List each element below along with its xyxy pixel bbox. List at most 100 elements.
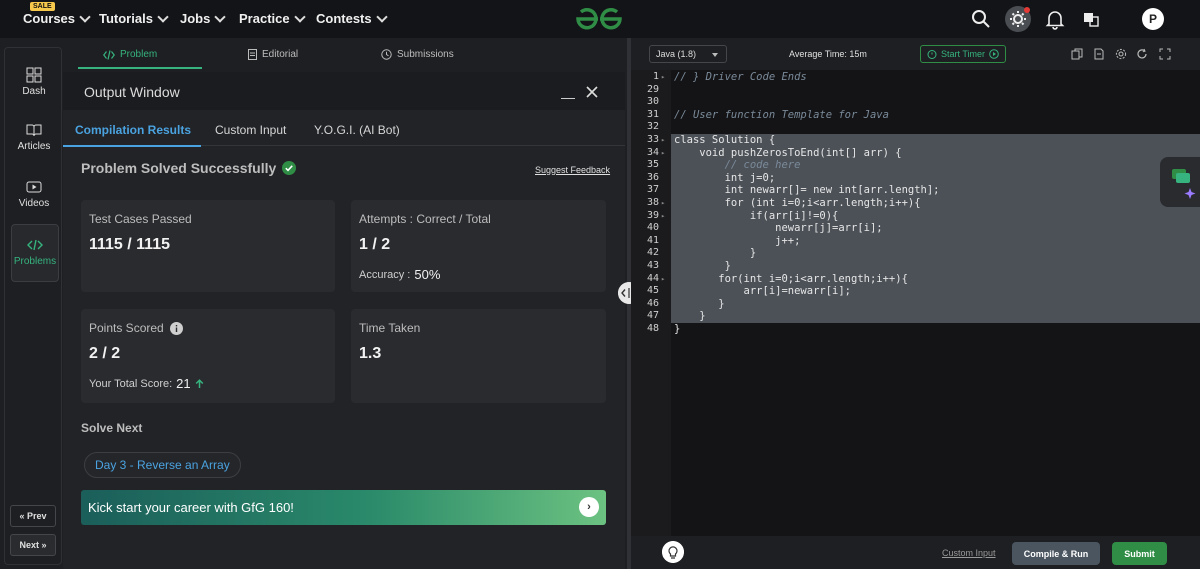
code-icon xyxy=(103,49,115,60)
code-line[interactable]: 39 ▸ if(arr[i]!=0){ xyxy=(631,210,1200,223)
code-text: // User function Template for Java xyxy=(674,108,889,121)
fold-arrow-icon[interactable]: ▸ xyxy=(661,71,665,84)
line-number: 43 xyxy=(646,260,659,271)
nav-courses[interactable]: Courses xyxy=(23,10,91,26)
tab-custom-input[interactable]: Custom Input xyxy=(215,123,286,137)
copy-icon[interactable] xyxy=(1071,48,1083,60)
nav-tutorials[interactable]: Tutorials xyxy=(99,10,169,26)
sidebar-item-videos[interactable]: Videos xyxy=(5,179,63,209)
compile-run-button[interactable]: Compile & Run xyxy=(1012,542,1100,565)
sidebar-item-problems[interactable]: Problems xyxy=(11,224,59,282)
chevron-right-icon[interactable]: › xyxy=(579,497,599,517)
chevron-down-icon xyxy=(214,10,227,23)
start-timer-label: Start Timer xyxy=(940,49,985,59)
code-line[interactable]: 34 ▸ void pushZerosToEnd(int[] arr) { xyxy=(631,147,1200,160)
left-sidebar: Dash Articles Videos Problems « Prev Nex… xyxy=(4,47,62,565)
gfg-logo[interactable] xyxy=(574,6,624,32)
start-timer-button[interactable]: Start Timer xyxy=(920,45,1006,63)
chat-sparkle-icon xyxy=(1172,169,1196,199)
nav-jobs[interactable]: Jobs xyxy=(180,10,227,26)
line-number: 41 xyxy=(646,234,659,246)
settings-gear-icon[interactable] xyxy=(1115,48,1127,60)
bell-icon[interactable] xyxy=(1044,8,1066,30)
language-select[interactable]: Java (1.8) xyxy=(649,45,727,63)
nav-contests[interactable]: Contests xyxy=(316,10,388,26)
fold-arrow-icon[interactable]: ▸ xyxy=(661,134,665,147)
line-number: 34 xyxy=(646,146,659,158)
code-line[interactable]: 1 ▸ // } Driver Code Ends xyxy=(631,71,1200,84)
nav-practice[interactable]: Practice xyxy=(239,10,306,26)
next-button[interactable]: Next » xyxy=(10,534,56,556)
code-line[interactable]: 30 xyxy=(631,96,1200,109)
fold-arrow-icon[interactable]: ▸ xyxy=(661,197,665,210)
code-text: // } Driver Code Ends xyxy=(674,71,807,83)
code-line[interactable]: 47 } xyxy=(631,310,1200,323)
submit-button[interactable]: Submit xyxy=(1112,542,1167,565)
chat-widget[interactable] xyxy=(1160,157,1200,207)
next-problem-chip[interactable]: Day 3 - Reverse an Array xyxy=(84,452,241,478)
code-line[interactable]: 38 ▸ for (int i=0;i<arr.length;i++){ xyxy=(631,197,1200,210)
editor-footer: Custom Input Compile & Run Submit xyxy=(631,536,1200,569)
refresh-icon[interactable] xyxy=(1136,48,1148,60)
avatar[interactable]: P xyxy=(1142,8,1164,30)
fold-arrow-icon[interactable]: ▸ xyxy=(661,273,665,286)
code-line[interactable]: 46 } xyxy=(631,298,1200,311)
tab-compilation-results[interactable]: Compilation Results xyxy=(75,123,191,137)
tab-editorial-label: Editorial xyxy=(262,49,299,60)
minimize-icon[interactable] xyxy=(561,98,575,99)
suggest-feedback-link[interactable]: Suggest Feedback xyxy=(535,165,610,175)
clock-icon xyxy=(381,49,392,60)
code-line[interactable]: 37 int newarr[]= new int[arr.length]; xyxy=(631,184,1200,197)
tab-problem[interactable]: Problem xyxy=(103,49,157,60)
nav-practice-label: Practice xyxy=(239,11,290,26)
line-number: 36 xyxy=(646,171,659,183)
code-line[interactable]: 32 xyxy=(631,121,1200,134)
fullscreen-icon[interactable] xyxy=(1159,48,1171,60)
fold-arrow-icon[interactable]: ▸ xyxy=(661,147,665,160)
prev-button[interactable]: « Prev xyxy=(10,505,56,527)
translate-icon[interactable] xyxy=(1080,8,1102,30)
accuracy-label: Accuracy : xyxy=(359,268,411,281)
points-label: Points Scored xyxy=(89,321,164,335)
sale-badge: SALE xyxy=(30,2,55,11)
code-text: void pushZerosToEnd(int[] arr) { xyxy=(674,146,902,159)
tab-editorial[interactable]: Editorial xyxy=(248,49,298,60)
accuracy-value: 50% xyxy=(414,267,441,282)
code-text: newarr[j]=arr[i]; xyxy=(674,222,883,235)
close-icon[interactable] xyxy=(586,86,598,98)
code-line[interactable]: 41 j++; xyxy=(631,235,1200,248)
tab-yogi-ai-bot[interactable]: Y.O.G.I. (AI Bot) xyxy=(314,123,400,137)
language-value: Java (1.8) xyxy=(656,49,697,59)
search-icon[interactable] xyxy=(970,8,992,30)
code-line[interactable]: 43 } xyxy=(631,260,1200,273)
reset-file-icon[interactable] xyxy=(1093,48,1105,60)
lightbulb-icon[interactable] xyxy=(662,541,684,563)
line-number: 46 xyxy=(646,297,659,309)
info-icon[interactable] xyxy=(169,321,183,335)
play-circle-icon xyxy=(989,49,999,59)
card-label: Attempts : Correct / Total xyxy=(359,212,491,226)
fold-arrow-icon[interactable]: ▸ xyxy=(661,210,665,223)
code-text: arr[i]=newarr[i]; xyxy=(674,285,852,298)
code-line[interactable]: 42 } xyxy=(631,247,1200,260)
code-line[interactable]: 40 newarr[j]=arr[i]; xyxy=(631,222,1200,235)
code-line[interactable]: 29 xyxy=(631,84,1200,97)
code-editor[interactable]: 1 ▸// } Driver Code Ends 29 30 31// User fun… xyxy=(631,70,1200,536)
active-tab-underline xyxy=(78,67,202,69)
sidebar-item-articles[interactable]: Articles xyxy=(5,122,63,152)
output-window: Output Window Compilation Results Custom… xyxy=(63,72,625,569)
card-value: 1.3 xyxy=(359,345,382,362)
code-line[interactable]: 31 // User function Template for Java xyxy=(631,109,1200,122)
code-line[interactable]: 48} xyxy=(631,323,1200,336)
code-line[interactable]: 36 int j=0; xyxy=(631,172,1200,185)
sidebar-item-dash[interactable]: Dash xyxy=(5,67,63,97)
code-line[interactable]: 35 // code here xyxy=(631,159,1200,172)
code-line[interactable]: 44 ▸ for(int i=0;i<arr.length;i++){ xyxy=(631,273,1200,286)
custom-input-link[interactable]: Custom Input xyxy=(942,548,996,558)
gfg160-banner[interactable]: Kick start your career with GfG 160! › xyxy=(81,490,606,525)
sidebar-item-label: Dash xyxy=(22,86,46,97)
code-line[interactable]: 45 arr[i]=newarr[i]; xyxy=(631,285,1200,298)
tab-submissions[interactable]: Submissions xyxy=(381,49,454,60)
code-text: for(int i=0;i<arr.length;i++){ xyxy=(674,272,908,285)
code-line[interactable]: 33 ▸ class Solution { xyxy=(631,134,1200,147)
